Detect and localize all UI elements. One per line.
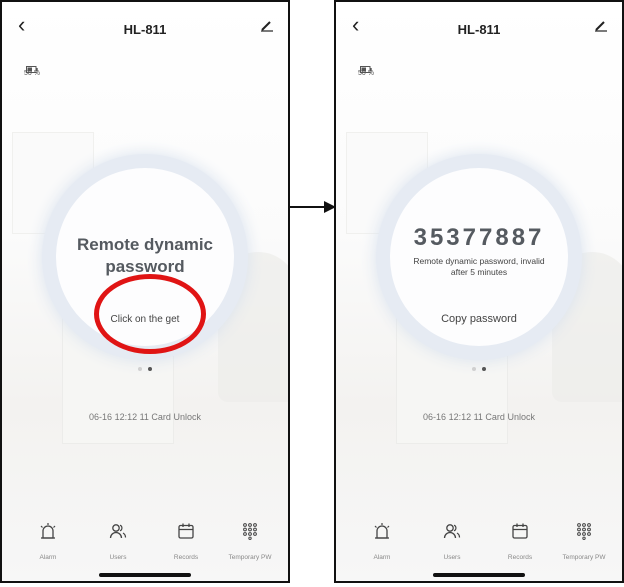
last-record: 06-16 12:12 11 Card Unlock: [423, 412, 535, 422]
battery-percent: 50 %: [358, 70, 374, 77]
users-icon: [443, 524, 461, 539]
tab-bar: Alarm Users Records Temporary PW: [336, 522, 622, 570]
page-dot-2: [148, 367, 152, 371]
home-indicator[interactable]: [433, 573, 525, 577]
password-description-line2: after 5 minutes: [450, 267, 508, 277]
alarm-icon: [374, 523, 390, 539]
password-description: Remote dynamic password, invalid after 5…: [402, 256, 556, 278]
password-circle: 35377887 Remote dynamic password, invali…: [376, 154, 582, 360]
keypad-icon: [577, 523, 591, 540]
keypad-icon: [243, 523, 257, 540]
password-description-line1: Remote dynamic password, invalid: [413, 256, 545, 266]
tab-temporary-pw-label: Temporary PW: [228, 554, 272, 561]
tab-records[interactable]: Records: [156, 522, 216, 561]
last-record: 06-16 12:12 11 Card Unlock: [89, 412, 201, 422]
dynamic-password: 35377887: [413, 224, 545, 251]
tab-records-label: Records: [173, 554, 199, 561]
home-indicator[interactable]: [99, 573, 191, 577]
circle-title: Remote dynamic password: [56, 234, 234, 278]
copy-password-button[interactable]: Copy password: [390, 313, 568, 325]
page-indicator: [2, 358, 288, 376]
transition-arrow: [290, 201, 336, 213]
tab-alarm-label: Alarm: [39, 554, 57, 561]
phone-screen-before: ‹ HL-811 50 % Remote dynamic password Cl…: [0, 0, 290, 583]
tab-users-label: Users: [443, 554, 461, 561]
tab-alarm[interactable]: Alarm: [18, 522, 78, 561]
page-indicator: [336, 358, 622, 376]
password-circle-inner: 35377887 Remote dynamic password, invali…: [390, 168, 568, 346]
tab-bar: Alarm Users Records Temporary PW: [2, 522, 288, 570]
edit-icon[interactable]: [260, 18, 274, 37]
tab-users[interactable]: Users: [422, 522, 482, 561]
phone-screen-after: ‹ HL-811 50 % 35377887 Remote dynamic pa…: [334, 0, 624, 583]
tab-temporary-pw[interactable]: Temporary PW: [220, 522, 280, 561]
tab-temporary-pw[interactable]: Temporary PW: [554, 522, 614, 561]
highlight-circle: [94, 274, 206, 354]
page-dot-2: [482, 367, 486, 371]
edit-icon[interactable]: [594, 18, 608, 37]
tab-temporary-pw-label: Temporary PW: [562, 554, 606, 561]
calendar-icon: [178, 523, 194, 539]
top-bar: ‹ HL-811: [2, 2, 288, 46]
tab-records-label: Records: [507, 554, 533, 561]
page-dot-1: [472, 367, 476, 371]
circle-title-line1: Remote dynamic: [76, 235, 214, 254]
top-bar: ‹ HL-811: [336, 2, 622, 46]
device-title: HL-811: [457, 22, 501, 37]
tab-alarm[interactable]: Alarm: [352, 522, 412, 561]
battery-percent: 50 %: [24, 70, 40, 77]
tab-users[interactable]: Users: [88, 522, 148, 561]
page-dot-1: [138, 367, 142, 371]
calendar-icon: [512, 523, 528, 539]
alarm-icon: [40, 523, 56, 539]
device-title: HL-811: [123, 22, 167, 37]
tab-alarm-label: Alarm: [373, 554, 391, 561]
tab-records[interactable]: Records: [490, 522, 550, 561]
users-icon: [109, 524, 127, 539]
tab-users-label: Users: [109, 554, 127, 561]
